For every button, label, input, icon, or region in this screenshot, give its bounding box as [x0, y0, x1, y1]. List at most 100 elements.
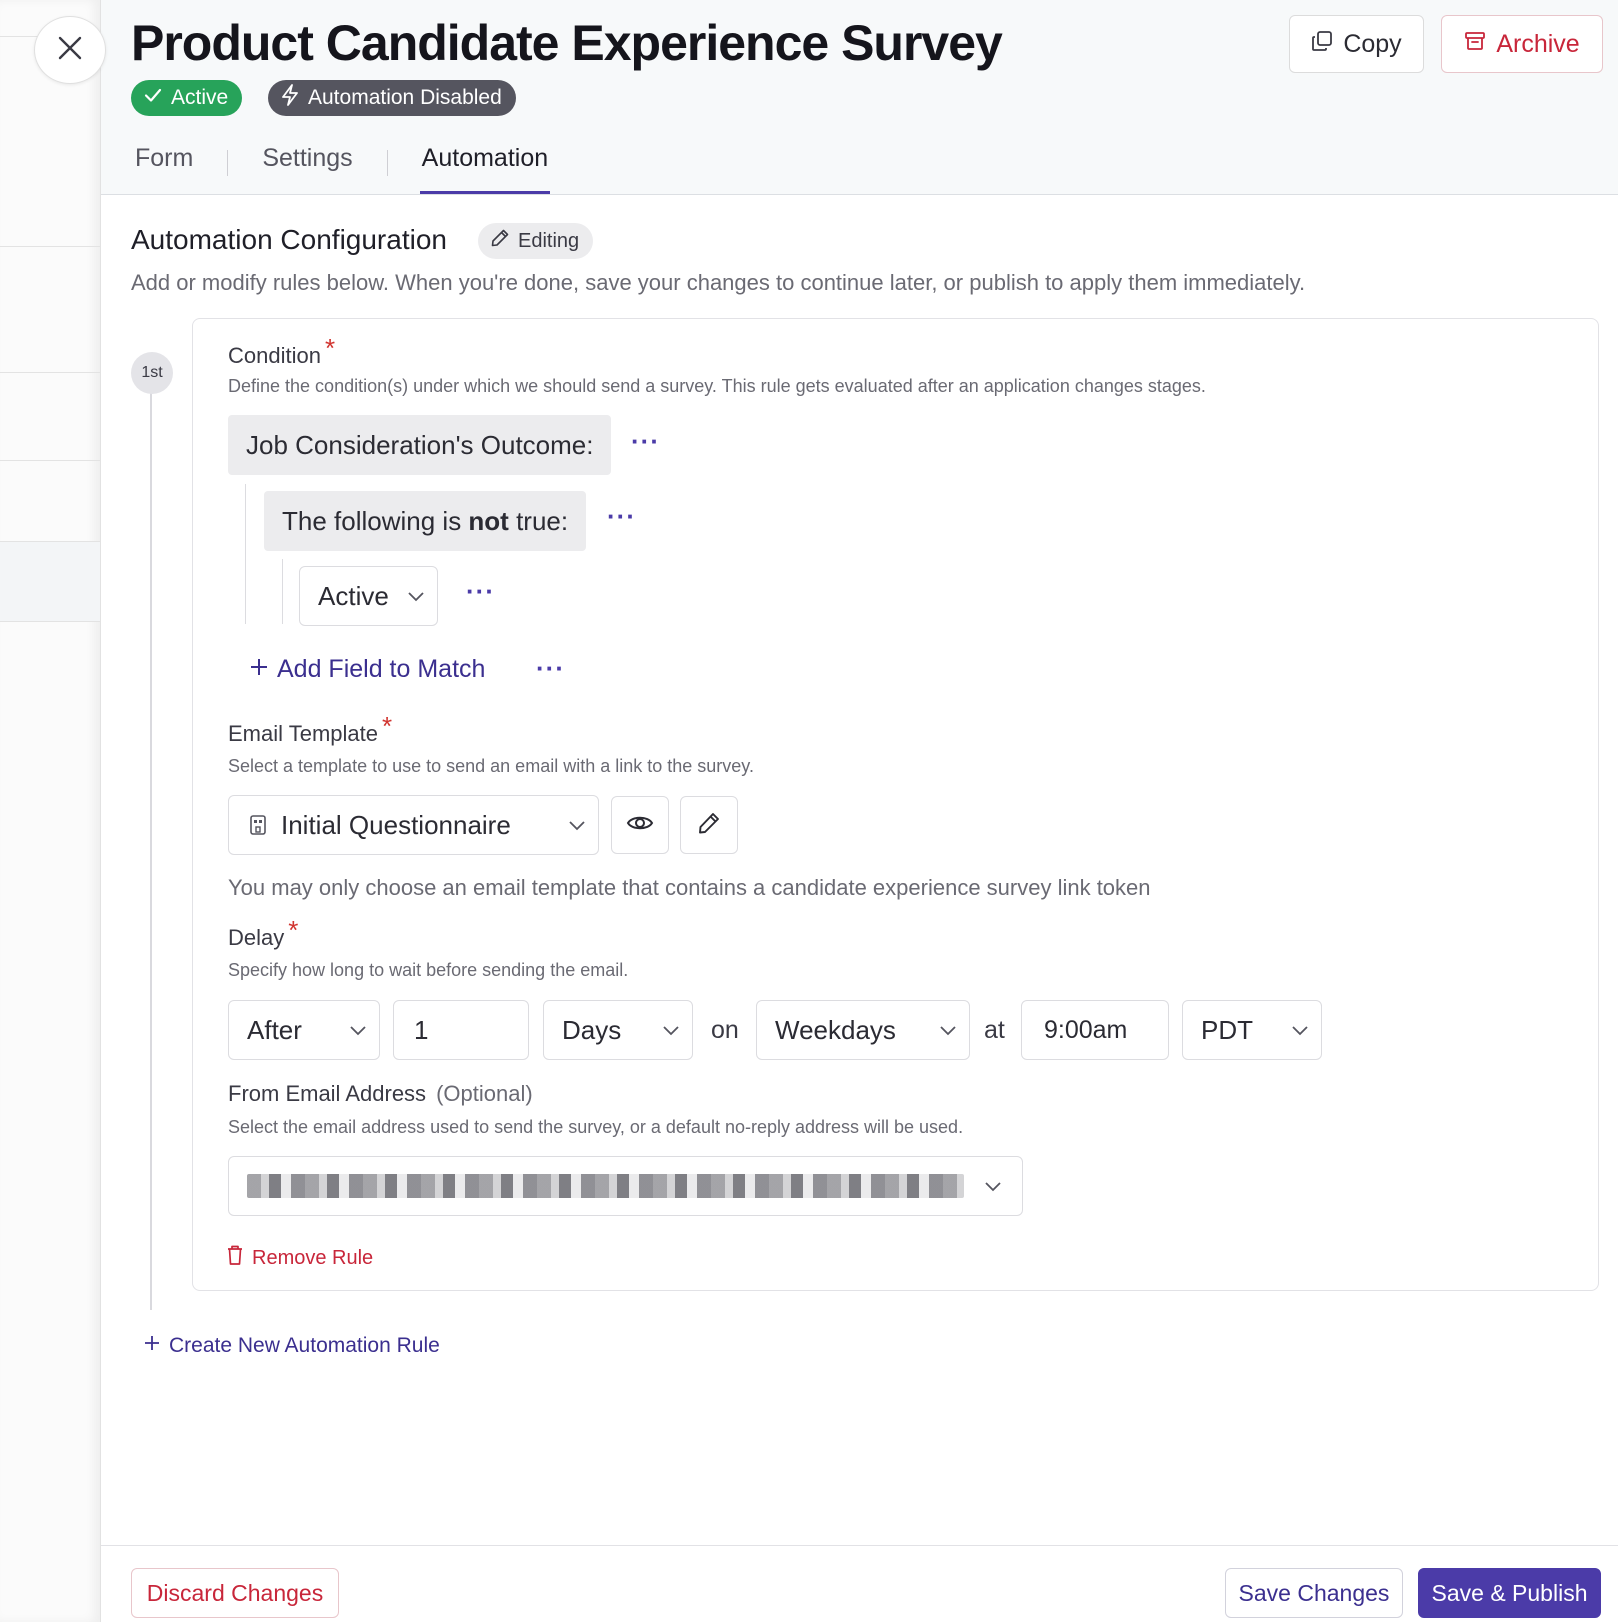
create-rule-label: Create New Automation Rule	[169, 1334, 440, 1357]
trash-icon	[226, 1244, 244, 1272]
delay-days-value: Weekdays	[775, 1014, 896, 1045]
from-email-label-text: From Email Address	[228, 1081, 427, 1106]
condition-value: Active	[318, 580, 389, 611]
copy-icon	[1311, 30, 1333, 59]
panel-header: Product Candidate Experience Survey Acti…	[101, 0, 1618, 195]
add-field-more-button[interactable]: ···	[536, 653, 565, 684]
list-divider	[0, 541, 100, 542]
close-icon	[57, 35, 83, 66]
list-divider	[0, 460, 100, 461]
section-title: Automation Configuration	[131, 224, 447, 255]
redacted-email-value	[247, 1174, 964, 1198]
email-template-value: Initial Questionnaire	[281, 809, 511, 840]
delay-when-select[interactable]: After	[228, 1000, 380, 1060]
chevron-down-icon	[927, 1024, 969, 1036]
automation-rule-card: Condition * Define the condition(s) under…	[192, 318, 1599, 1291]
delay-days-select[interactable]: Weekdays	[756, 1000, 970, 1060]
background-list	[0, 0, 100, 1622]
negation-group[interactable]: The following is not true:	[264, 491, 587, 551]
condition-group-more-button[interactable]: ···	[631, 426, 660, 457]
delay-unit-value: Days	[562, 1014, 622, 1045]
required-marker: *	[324, 333, 336, 363]
archive-icon	[1464, 30, 1486, 59]
from-email-select[interactable]	[228, 1156, 1023, 1216]
tab-form[interactable]: Form	[133, 140, 195, 194]
archive-button[interactable]: Archive	[1441, 15, 1603, 73]
negation-group-more-button[interactable]: ···	[607, 501, 636, 532]
pencil-icon	[490, 228, 510, 254]
negation-suffix: true:	[508, 505, 569, 536]
required-marker: *	[382, 711, 393, 741]
chevron-down-icon	[650, 1024, 692, 1036]
template-icon	[249, 814, 267, 836]
required-marker: *	[288, 915, 299, 945]
condition-group[interactable]: Job Consideration's Outcome:	[228, 415, 612, 475]
copy-button[interactable]: Copy	[1289, 15, 1424, 73]
optional-marker: (Optional)	[436, 1081, 533, 1106]
tab-settings[interactable]: Settings	[260, 140, 354, 194]
create-rule-button[interactable]: Create New Automation Rule	[143, 1334, 440, 1358]
delay-time-input[interactable]: 9:00am	[1021, 1000, 1169, 1060]
editing-label: Editing	[518, 229, 580, 252]
chevron-down-icon	[337, 1024, 379, 1036]
tab-bar: Form Settings Automation	[133, 140, 551, 196]
page-title: Product Candidate Experience Survey	[131, 15, 1003, 71]
status-badge-label: Active	[171, 86, 229, 109]
rule-step-indicator: 1st	[131, 352, 173, 394]
preview-template-button[interactable]	[611, 796, 669, 854]
email-template-label-text: Email Template	[228, 721, 378, 746]
email-template-select[interactable]: Initial Questionnaire	[228, 795, 599, 855]
from-email-label: From Email Address (Optional)	[228, 1081, 533, 1107]
edit-template-button[interactable]	[680, 796, 738, 854]
archive-label: Archive	[1496, 29, 1580, 58]
remove-rule-label: Remove Rule	[252, 1246, 374, 1269]
survey-panel: Product Candidate Experience Survey Acti…	[100, 0, 1618, 1622]
condition-label-text: Condition	[228, 343, 321, 368]
add-field-button[interactable]: Add Field to Match	[249, 655, 485, 684]
negation-nest-line	[282, 559, 283, 624]
section-description: Add or modify rules below. When you're d…	[131, 270, 1306, 295]
save-changes-button[interactable]: Save Changes	[1225, 1568, 1403, 1618]
delay-amount-input[interactable]: 1	[393, 1000, 529, 1060]
delay-help: Specify how long to wait before sending …	[228, 960, 629, 980]
close-button[interactable]	[34, 16, 106, 84]
plus-icon	[143, 1334, 161, 1358]
editing-badge: Editing	[478, 223, 594, 259]
delay-on-text: on	[711, 1016, 739, 1044]
check-icon	[143, 85, 163, 111]
delay-time-value: 9:00am	[1044, 1015, 1128, 1044]
list-divider	[0, 246, 100, 247]
negation-keyword: not	[468, 505, 509, 536]
email-template-help: Select a template to use to send an emai…	[228, 756, 754, 776]
panel-footer: Discard Changes Save Changes Save & Publ…	[101, 1545, 1618, 1622]
eye-icon	[626, 813, 654, 838]
tab-automation[interactable]: Automation	[419, 140, 551, 194]
condition-label: Condition *	[228, 333, 335, 370]
chevron-down-icon	[1279, 1024, 1321, 1036]
condition-nest-line	[245, 484, 246, 624]
condition-value-select[interactable]: Active	[299, 566, 438, 626]
chevron-down-icon	[964, 1180, 1022, 1192]
automation-badge-label: Automation Disabled	[308, 86, 502, 109]
condition-value-more-button[interactable]: ···	[466, 576, 495, 607]
tab-divider	[227, 150, 229, 176]
negation-prefix: The following is	[282, 505, 469, 536]
email-template-label: Email Template *	[228, 711, 392, 748]
pencil-icon	[697, 811, 721, 840]
delay-label: Delay *	[228, 915, 298, 952]
remove-rule-button[interactable]: Remove Rule	[226, 1244, 373, 1272]
condition-help: Define the condition(s) under which we s…	[228, 376, 1206, 396]
list-divider	[0, 621, 100, 622]
rule-timeline	[150, 385, 152, 1310]
discard-changes-button[interactable]: Discard Changes	[131, 1568, 339, 1618]
plus-icon	[249, 655, 269, 684]
delay-timezone-value: PDT	[1201, 1014, 1253, 1045]
save-publish-button[interactable]: Save & Publish	[1418, 1568, 1601, 1618]
delay-timezone-select[interactable]: PDT	[1182, 1000, 1322, 1060]
delay-when-value: After	[247, 1014, 302, 1045]
delay-unit-select[interactable]: Days	[543, 1000, 693, 1060]
automation-status-badge: Automation Disabled	[268, 80, 516, 116]
email-template-note: You may only choose an email template th…	[228, 875, 1151, 900]
chevron-down-icon	[556, 819, 598, 831]
delay-at-text: at	[984, 1016, 1005, 1044]
